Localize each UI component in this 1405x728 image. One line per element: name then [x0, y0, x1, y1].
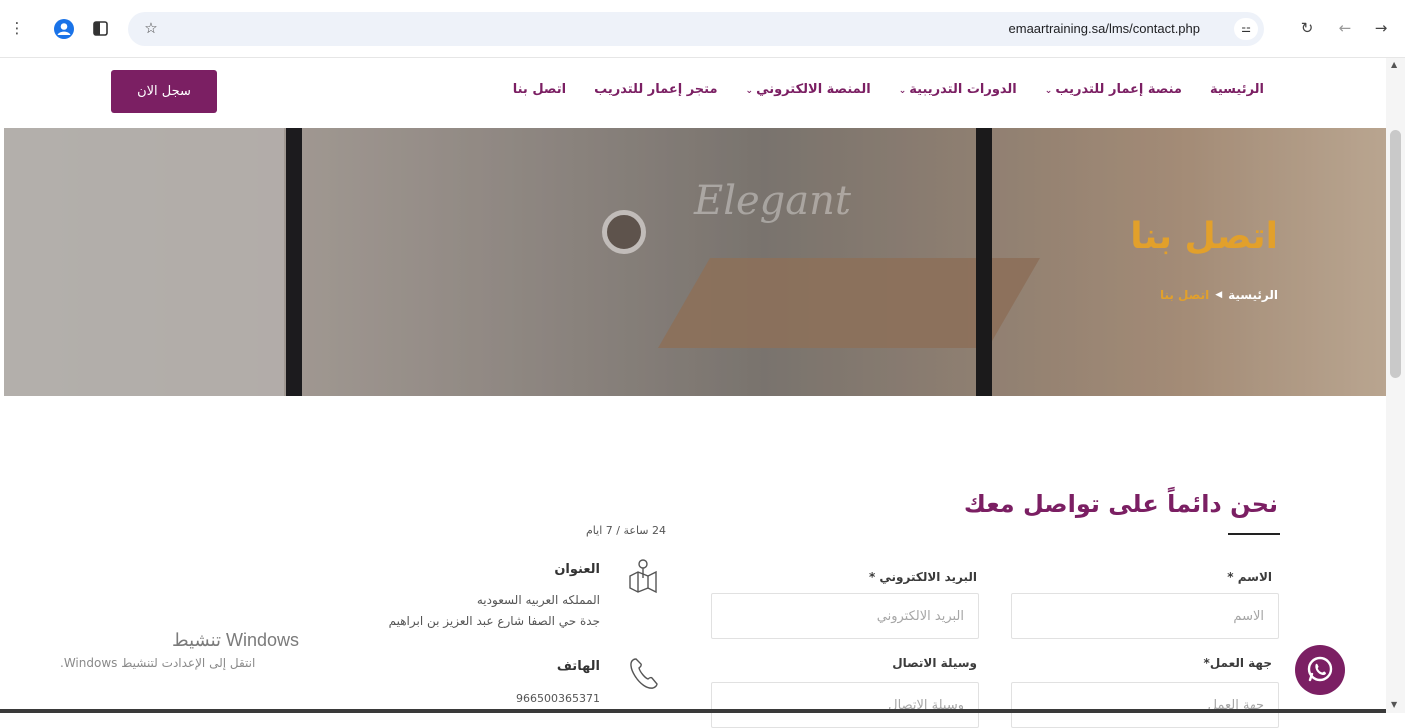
contact-section-title: نحن دائماً على تواصل معك — [963, 490, 1278, 518]
nav-courses-label: الدورات التدريبية — [909, 82, 1017, 97]
main-nav: الرئيسية منصة إعمار للتدريب⌄ الدورات الت… — [513, 82, 1264, 97]
nav-contact[interactable]: اتصل بنا — [513, 82, 566, 97]
url-text[interactable]: emaartraining.sa/lms/contact.php — [1009, 21, 1200, 36]
contact-method-label: وسيلة الاتصال — [892, 656, 977, 670]
nav-home[interactable]: الرئيسية — [1210, 82, 1264, 97]
bookmark-star-icon[interactable]: ☆ — [140, 17, 162, 39]
page-scrollbar[interactable]: ▲ ▼ — [1386, 58, 1405, 713]
name-input[interactable] — [1011, 593, 1279, 639]
nav-emaar-platform[interactable]: منصة إعمار للتدريب⌄ — [1045, 82, 1182, 97]
organization-label: جهة العمل* — [1203, 656, 1272, 670]
register-button[interactable]: سجل الان — [111, 70, 217, 113]
working-hours: 24 ساعة / 7 ايام — [586, 524, 667, 537]
nav-store[interactable]: متجر إعمار للتدريب — [594, 82, 717, 97]
address-bar[interactable]: emaartraining.sa/lms/contact.php ⚍ — [128, 12, 1264, 46]
chevron-down-icon: ⌄ — [745, 86, 754, 96]
hero-banner: Elegant اتصل بنا الرئيسية ◀ اتصل بنا — [4, 128, 1386, 396]
site-header: الرئيسية منصة إعمار للتدريب⌄ الدورات الت… — [0, 58, 1386, 128]
banner-overlay — [4, 128, 1386, 396]
nav-courses[interactable]: الدورات التدريبية⌄ — [899, 82, 1017, 97]
profile-icon[interactable] — [54, 19, 74, 39]
chevron-down-icon: ⌄ — [1044, 86, 1053, 96]
contact-method-input[interactable] — [711, 682, 979, 728]
whatsapp-button[interactable] — [1295, 645, 1345, 695]
side-panel-icon[interactable] — [93, 21, 108, 36]
title-underline — [1228, 533, 1280, 535]
page-title: اتصل بنا — [1130, 216, 1278, 257]
reload-icon[interactable]: ↻ — [1296, 17, 1318, 39]
scroll-down-icon[interactable]: ▼ — [1391, 700, 1397, 709]
phone-icon — [630, 658, 658, 689]
back-icon[interactable]: ← — [1334, 17, 1356, 39]
browser-toolbar: ⋮ emaartraining.sa/lms/contact.php ⚍ ☆ ↻… — [0, 0, 1405, 58]
map-pin-icon — [629, 559, 657, 594]
email-label: البريد الالكتروني * — [868, 570, 977, 584]
windows-activation-subtitle: انتقل إلى الإعدادت لتنشيط Windows. — [60, 656, 256, 670]
breadcrumb-arrow-icon: ◀ — [1215, 290, 1223, 300]
address-line-2: جدة حي الصفا شارع عبد العزيز بن ابراهيم — [388, 614, 600, 628]
name-label: الاسم * — [1227, 570, 1272, 584]
windows-activation-title: تنشيط Windows — [172, 630, 300, 650]
site-settings-icon[interactable]: ⚍ — [1234, 18, 1258, 40]
breadcrumb-home[interactable]: الرئيسية — [1228, 288, 1278, 302]
nav-elearning-label: المنصة الالكتروني — [756, 82, 871, 97]
breadcrumb: الرئيسية ◀ اتصل بنا — [1160, 288, 1278, 302]
address-line-1: المملكه العربيه السعوديه — [476, 593, 600, 607]
scrollbar-thumb[interactable] — [1390, 130, 1401, 378]
breadcrumb-current: اتصل بنا — [1159, 288, 1210, 302]
browser-menu-icon[interactable]: ⋮ — [6, 17, 28, 39]
whatsapp-icon — [1307, 656, 1333, 682]
phone-title: الهاتف — [556, 659, 600, 674]
chevron-down-icon: ⌄ — [898, 86, 907, 96]
nav-elearning[interactable]: المنصة الالكتروني⌄ — [746, 82, 871, 97]
address-title: العنوان — [554, 562, 600, 577]
email-input[interactable] — [711, 593, 979, 639]
organization-input[interactable] — [1011, 682, 1279, 728]
nav-emaar-platform-label: منصة إعمار للتدريب — [1055, 82, 1182, 97]
forward-icon[interactable]: → — [1370, 17, 1392, 39]
banner-script-text: Elegant — [694, 178, 851, 224]
phone-number[interactable]: 966500365371 — [516, 692, 600, 705]
scroll-up-icon[interactable]: ▲ — [1391, 60, 1397, 69]
window-bottom-edge — [0, 709, 1386, 713]
